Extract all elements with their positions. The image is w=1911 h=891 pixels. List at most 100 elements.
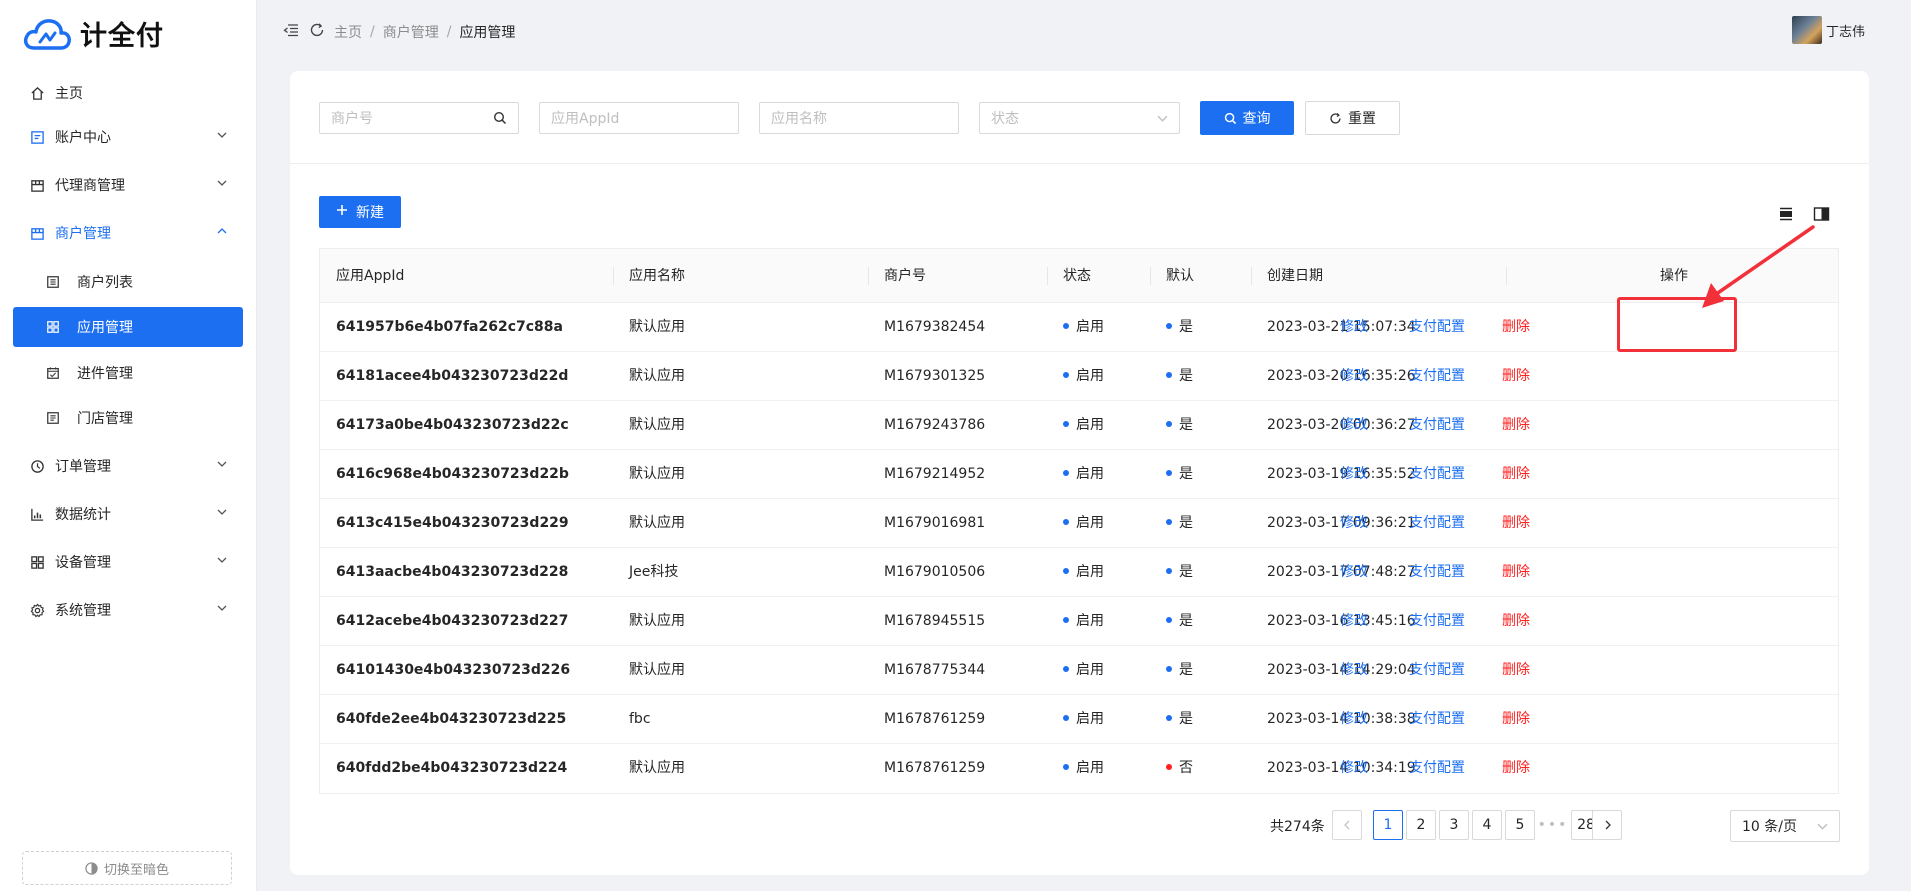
pay-config-link[interactable]: 支付配置 [1409,548,1465,597]
edit-link[interactable]: 修改 [1340,744,1368,793]
table-row: 64181acee4b043230723d22d 默认应用 M1679301325 启… [320,352,1838,401]
table-row: 640fdd2be4b043230723d224 默认应用 M1678761259 启… [320,744,1838,793]
annotation-arrow-icon [1702,225,1815,308]
edit-link[interactable]: 修改 [1340,401,1368,450]
pagination-prev[interactable] [1332,810,1362,840]
sidebar-item-store[interactable]: 门店管理 [13,398,243,438]
sidebar-item-onboarding[interactable]: 进件管理 [13,353,243,393]
pay-config-link[interactable]: 支付配置 [1409,695,1465,744]
cell-appid-text: 641957b6e4b07fa262c7c88a [336,319,563,335]
new-button[interactable]: 新建 [319,196,401,228]
delete-link[interactable]: 删除 [1502,499,1530,548]
merchant-icon [29,225,45,241]
delete-link[interactable]: 删除 [1502,401,1530,450]
user-menu[interactable]: 丁志伟 [1791,16,1865,44]
cell-merchant-no-text: M1678775344 [884,662,986,678]
search-icon [1224,112,1237,125]
cell-status: 启用 [1063,646,1104,695]
pagination-page[interactable]: 5 [1505,810,1535,840]
query-button[interactable]: 查询 [1200,101,1294,135]
delete-link[interactable]: 删除 [1502,352,1530,401]
breadcrumb-item-merchant[interactable]: 商户管理 [383,22,439,42]
delete-link[interactable]: 删除 [1502,303,1530,352]
cell-default-text: 是 [1179,515,1193,531]
delete-link[interactable]: 删除 [1502,597,1530,646]
edit-link[interactable]: 修改 [1340,450,1368,499]
sidebar-item-merchant[interactable]: 商户管理 [13,213,243,253]
cell-appid: 6416c968e4b043230723d22b [336,450,569,499]
sidebar-item-statistics[interactable]: 数据统计 [13,494,243,534]
pay-config-link[interactable]: 支付配置 [1409,646,1465,695]
edit-link[interactable]: 修改 [1340,499,1368,548]
cell-default: 是 [1166,646,1193,695]
reset-button[interactable]: 重置 [1305,101,1400,135]
pay-config-link[interactable]: 支付配置 [1409,597,1465,646]
edit-link[interactable]: 修改 [1340,303,1368,352]
pay-config-link[interactable]: 支付配置 [1409,744,1465,793]
table-row: 6413aacbe4b043230723d228 Jee科技 M1679010506… [320,548,1838,597]
sidebar-item-account-center[interactable]: 账户中心 [13,117,243,157]
sidebar-item-device[interactable]: 设备管理 [13,542,243,582]
cell-merchant-no: M1678761259 [884,695,985,744]
page-size-value: 10 条/页 [1742,819,1797,835]
merchant-no-input[interactable]: 商户号 [319,102,519,134]
sidebar-item-label: 主页 [55,86,83,102]
appid-input[interactable]: 应用AppId [539,102,739,134]
edit-link[interactable]: 修改 [1340,352,1368,401]
logo[interactable]: 计全付 [22,14,164,53]
status-dot [1063,617,1069,623]
menu-fold-icon[interactable] [283,22,299,38]
pagination-page[interactable]: 1 [1373,810,1403,840]
theme-toggle-button[interactable]: 切换至暗色 [22,851,232,885]
cell-appid: 64101430e4b043230723d226 [336,646,570,695]
pay-config-link[interactable]: 支付配置 [1409,450,1465,499]
cell-app-name-text: 默认应用 [629,319,685,335]
chevron-right-icon [1605,820,1611,830]
cell-merchant-no-text: M1679010506 [884,564,986,580]
sidebar-item-home[interactable]: 主页 [13,73,243,113]
status-dot [1166,666,1172,672]
pay-config-link[interactable]: 支付配置 [1409,352,1465,401]
delete-link[interactable]: 删除 [1502,450,1530,499]
sidebar-item-merchant-list[interactable]: 商户列表 [13,262,243,302]
edit-link[interactable]: 修改 [1340,597,1368,646]
cell-default: 是 [1166,352,1193,401]
page-size-select[interactable]: 10 条/页 [1730,810,1840,842]
delete-link[interactable]: 删除 [1502,695,1530,744]
edit-link[interactable]: 修改 [1340,646,1368,695]
pay-config-link[interactable]: 支付配置 [1409,401,1465,450]
cell-appid-text: 6413c415e4b043230723d229 [336,515,569,531]
cell-status-text: 启用 [1076,466,1104,482]
table-row: 64173a0be4b043230723d22c 默认应用 M1679243786 启… [320,401,1838,450]
cell-appid-text: 6413aacbe4b043230723d228 [336,564,569,580]
edit-link[interactable]: 修改 [1340,548,1368,597]
cell-default-text: 否 [1179,760,1193,776]
cell-app-name: fbc [629,695,651,744]
sidebar-item-agent[interactable]: 代理商管理 [13,165,243,205]
app-name-input[interactable]: 应用名称 [759,102,959,134]
cell-merchant-no: M1678761259 [884,744,985,793]
edit-link[interactable]: 修改 [1340,695,1368,744]
refresh-icon[interactable] [309,22,325,38]
delete-link[interactable]: 删除 [1502,548,1530,597]
sidebar-item-app-management[interactable]: 应用管理 [13,307,243,347]
column-header-app-name: 应用名称 [629,268,685,284]
pagination-page[interactable]: 3 [1439,810,1469,840]
cell-status: 启用 [1063,401,1104,450]
pagination-next[interactable] [1592,810,1622,840]
delete-link[interactable]: 删除 [1502,646,1530,695]
sidebar-item-system[interactable]: 系统管理 [13,590,243,630]
breadcrumb: 主页 / 商户管理 / 应用管理 [334,22,515,42]
pagination-ellipsis[interactable]: ••• [1538,810,1568,840]
cell-status: 启用 [1063,548,1104,597]
table-row: 640fde2ee4b043230723d225 fbc M1678761259 启用… [320,695,1838,744]
status-select[interactable]: 状态 [979,102,1180,134]
sidebar-item-order[interactable]: 订单管理 [13,446,243,486]
pagination-page[interactable]: 2 [1406,810,1436,840]
pay-config-link[interactable]: 支付配置 [1409,303,1465,352]
delete-link[interactable]: 删除 [1502,744,1530,793]
pagination-page[interactable]: 4 [1472,810,1502,840]
breadcrumb-item-home[interactable]: 主页 [334,22,362,42]
cell-appid: 6413aacbe4b043230723d228 [336,548,568,597]
pay-config-link[interactable]: 支付配置 [1409,499,1465,548]
